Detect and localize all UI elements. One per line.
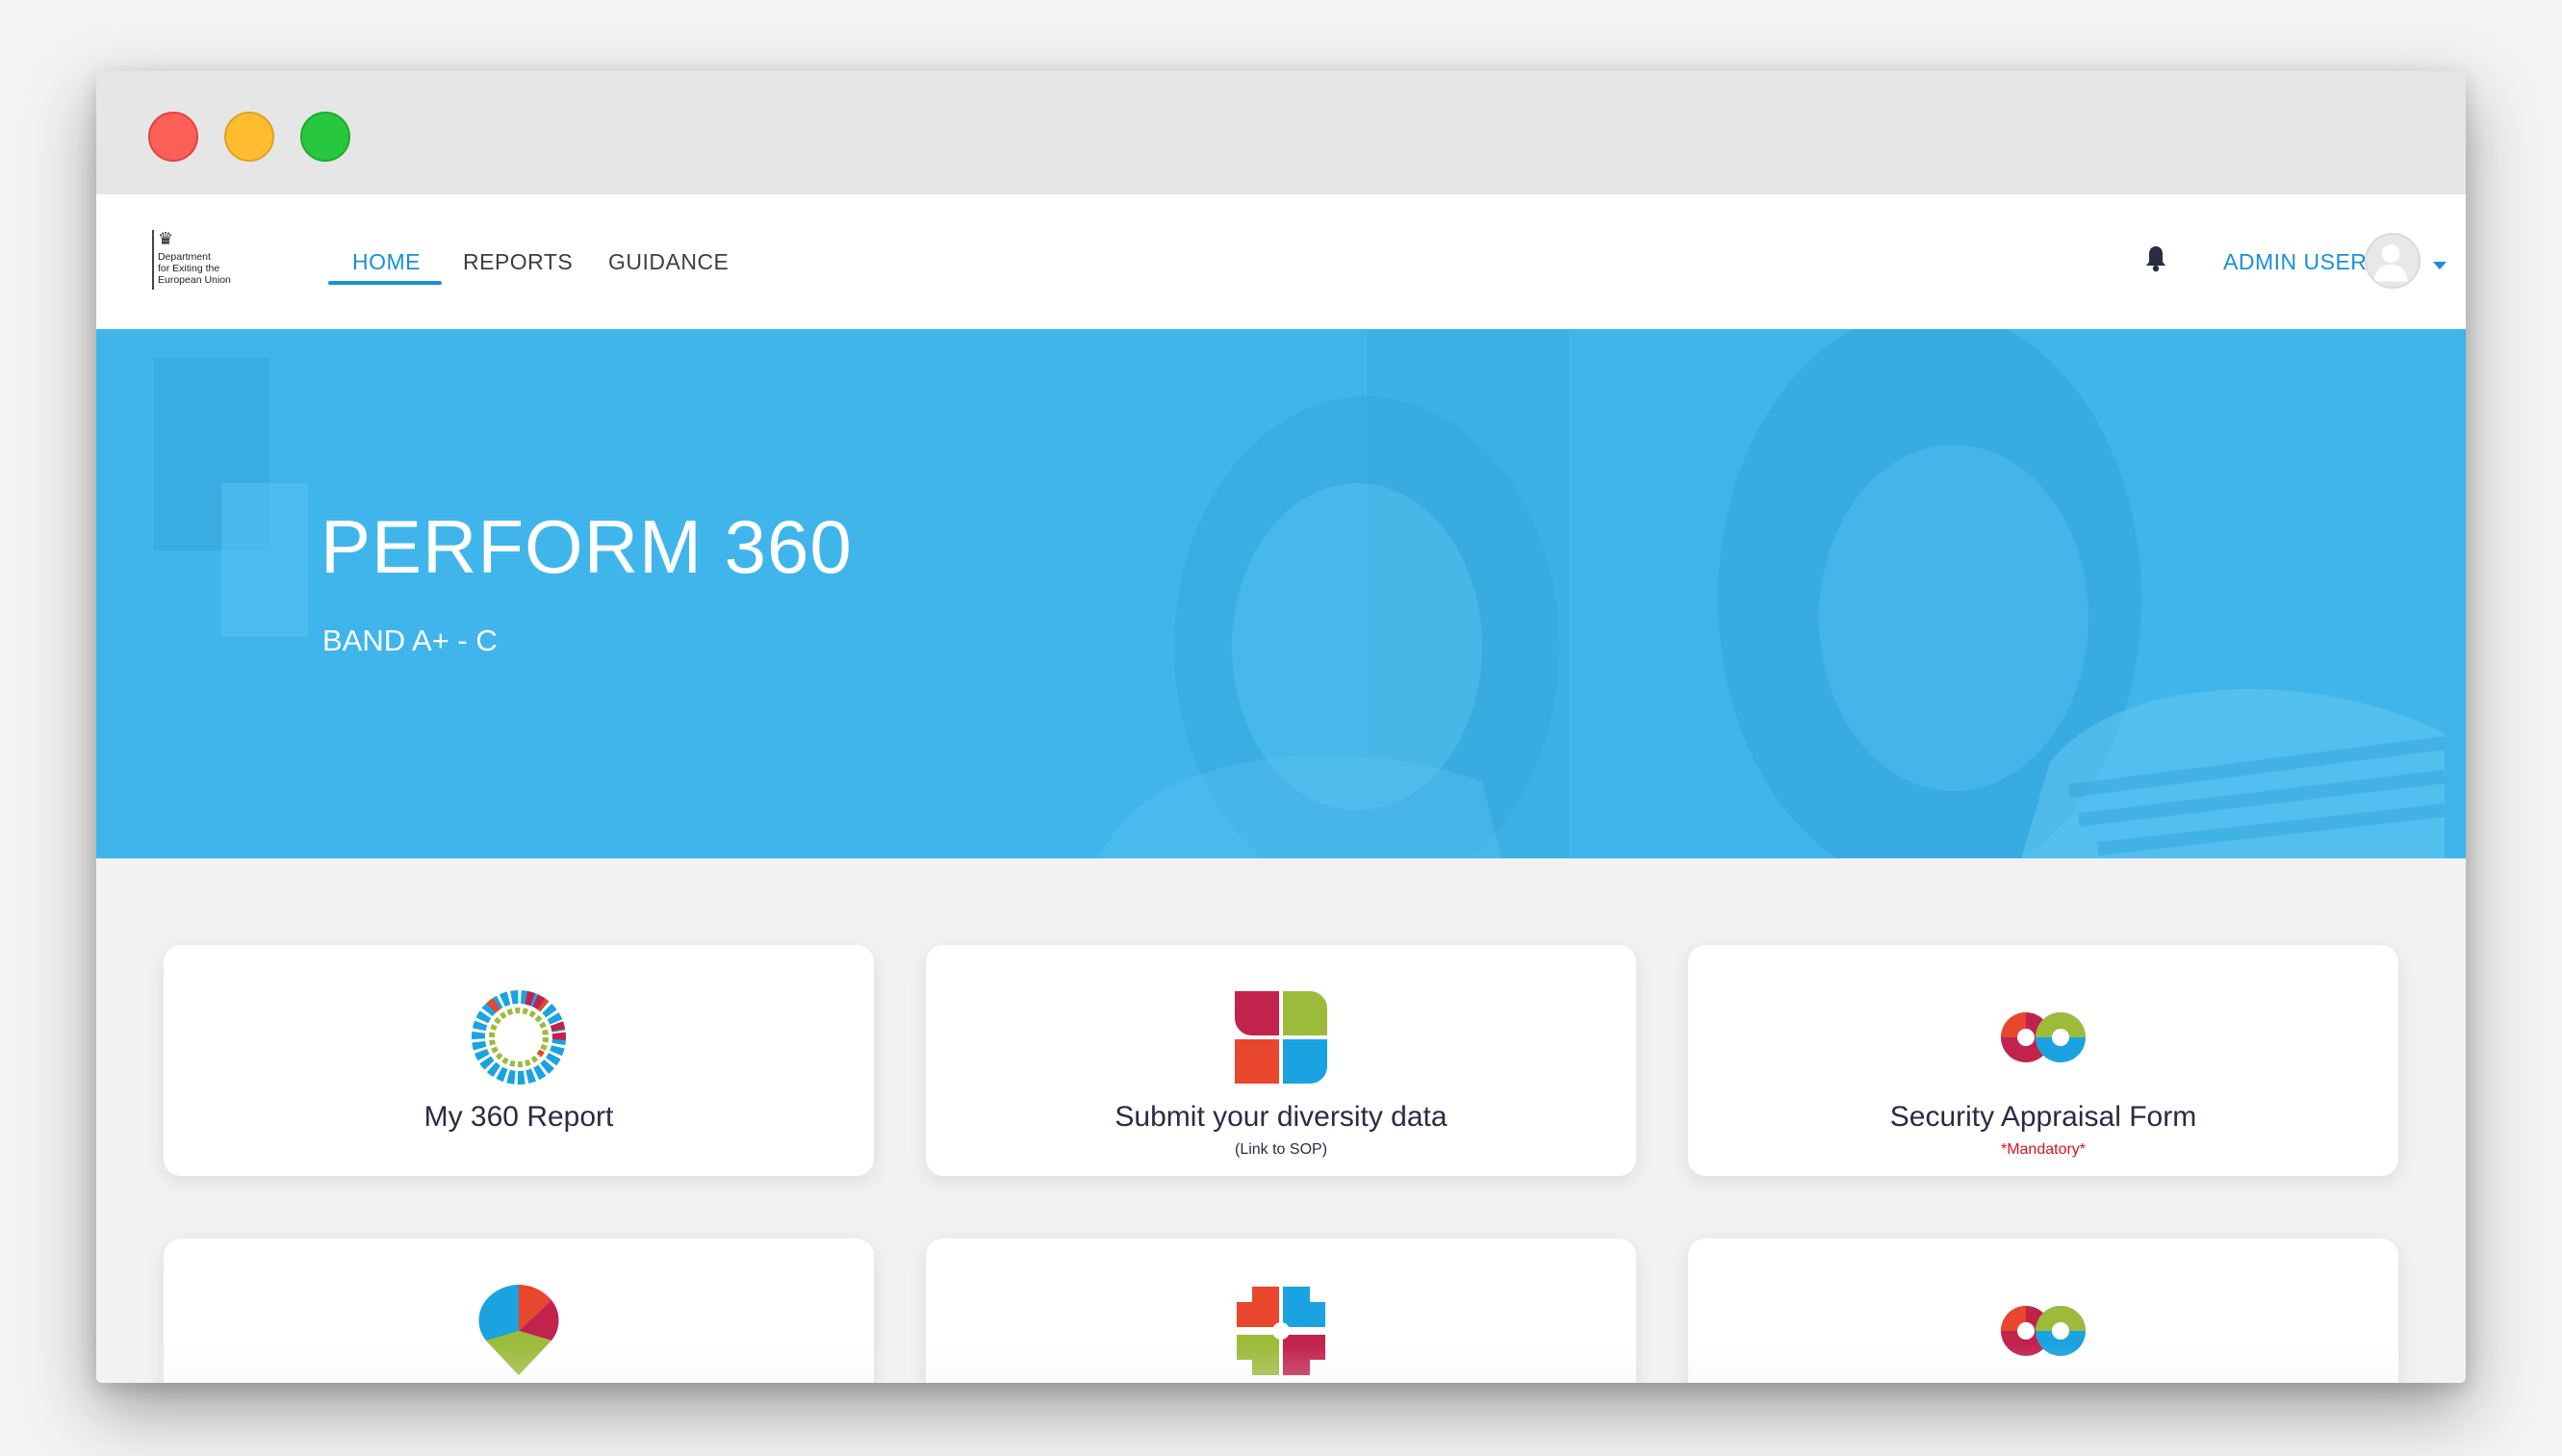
card-fade [926,1344,1636,1383]
dashboard-cards: My 360 Report Submit your diversity data… [96,858,2466,1383]
logo-line-2: for Exiting the [158,263,220,274]
logo-divider [152,230,154,290]
card-title: My 360 Report [423,1101,614,1133]
chevron-down-icon[interactable] [2433,262,2447,269]
four-petal-icon [1235,991,1327,1084]
page-title: PERFORM 360 [320,504,853,589]
close-window-button[interactable] [148,112,198,162]
minimize-window-button[interactable] [224,112,274,162]
top-navbar: ♛ Department for Exiting the European Un… [96,194,2466,329]
page-subtitle: BAND A+ - C [322,624,498,657]
card-my-360-report[interactable]: My 360 Report [164,945,874,1176]
hero-background-photo [96,329,2466,858]
ring-chart-icon [472,990,566,1085]
hero-banner: PERFORM 360 BAND A+ - C [96,329,2466,858]
nav-reports[interactable]: REPORTS [463,194,573,329]
avatar[interactable] [2365,233,2421,289]
crest-icon: ♛ [158,229,174,248]
card-fade [1688,1344,2398,1383]
card-title: Security Appraisal Form [1889,1101,2197,1133]
card-fade [164,1344,874,1383]
maximize-window-button[interactable] [300,112,350,162]
card-submit-diversity-data[interactable]: Submit your diversity data (Link to SOP) [926,945,1636,1176]
card-row2-3[interactable] [1688,1239,2398,1383]
browser-window: ♛ Department for Exiting the European Un… [96,71,2466,1383]
window-titlebar [96,71,2466,195]
logo-line-3: European Union [158,274,231,286]
card-row2-2[interactable] [926,1239,1636,1383]
bell-icon[interactable] [2144,244,2167,273]
nav-guidance[interactable]: GUIDANCE [608,194,729,329]
card-security-appraisal-form[interactable]: Security Appraisal Form *Mandatory* [1688,945,2398,1176]
card-note[interactable]: (Link to SOP) [926,1141,1636,1159]
card-title: Submit your diversity data [1114,1101,1448,1133]
card-row2-1[interactable] [164,1239,874,1383]
nav-home[interactable]: HOME [352,194,421,329]
logo-text: Department for Exiting the European Unio… [158,251,264,286]
user-silhouette-icon [2373,244,2408,282]
mandatory-badge: *Mandatory* [2000,1141,2087,1158]
logo-line-1: Department [158,251,211,263]
infinity-rings-icon [2001,1012,2086,1062]
user-menu-label[interactable]: ADMIN USER [2223,194,2367,329]
nav-active-indicator [328,281,442,285]
